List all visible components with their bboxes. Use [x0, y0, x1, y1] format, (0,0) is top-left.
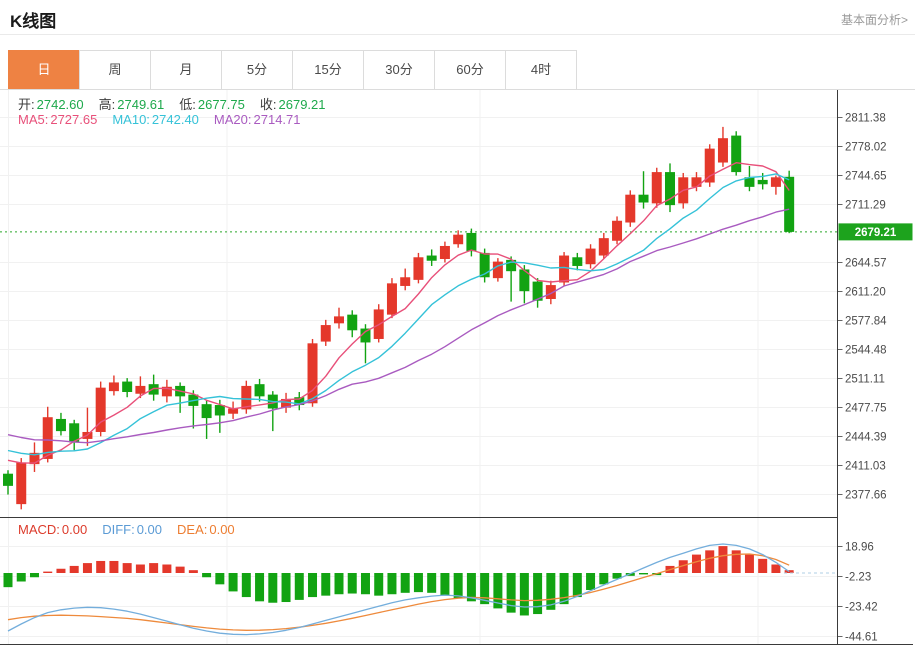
macd-legend-item: DIFF: 0.00: [102, 522, 163, 537]
ma-legend: MA5: 2727.65 MA10: 2742.40 MA20: 2714.71: [18, 112, 316, 127]
ohlc-legend-item: 收: 2679.21: [259, 97, 326, 112]
svg-text:2377.66: 2377.66: [845, 490, 887, 502]
page-title: K线图: [10, 12, 57, 31]
ohlc-legend-item: 开: 2742.60: [18, 97, 84, 112]
svg-text:2778.02: 2778.02: [845, 142, 887, 154]
fundamental-analysis-link[interactable]: 基本面分析>: [841, 11, 908, 28]
tab-30分[interactable]: 30分: [363, 50, 435, 90]
svg-text:2644.57: 2644.57: [845, 258, 887, 270]
svg-text:2511.11: 2511.11: [845, 374, 885, 386]
tab-周[interactable]: 周: [79, 50, 151, 90]
svg-text:2577.84: 2577.84: [845, 316, 887, 328]
macd-legend: MACD: 0.00 DIFF: 0.00 DEA: 0.00: [18, 522, 250, 537]
ma-legend-item: MA20: 2714.71: [213, 112, 301, 127]
ma-legend-item: MA10: 2742.40: [112, 112, 199, 127]
svg-text:2679.21: 2679.21: [855, 227, 897, 239]
svg-text:2444.39: 2444.39: [845, 432, 887, 444]
svg-text:-23.42: -23.42: [845, 602, 878, 614]
ohlc-legend-item: 高: 2749.61: [98, 97, 165, 112]
svg-text:-2.23: -2.23: [845, 572, 871, 584]
tab-4时[interactable]: 4时: [505, 50, 577, 90]
svg-text:2744.65: 2744.65: [845, 171, 887, 183]
ohlc-legend: 开: 2742.60 高: 2749.61 低: 2677.75 收: 2679.21: [18, 94, 341, 113]
macd-legend-item: MACD: 0.00: [18, 522, 88, 537]
macd-legend-item: DEA: 0.00: [177, 522, 235, 537]
header-divider: [0, 34, 915, 35]
kline-chart-svg: 2811.38 2778.02 2744.65 2711.29 2644.57 2611.…: [0, 90, 913, 645]
tab-日[interactable]: 日: [8, 50, 80, 90]
svg-text:2477.75: 2477.75: [845, 403, 887, 415]
svg-text:2411.03: 2411.03: [845, 461, 886, 473]
chart-area[interactable]: 2811.38 2778.02 2744.65 2711.29 2644.57 2611.…: [0, 90, 915, 649]
svg-text:-44.61: -44.61: [845, 632, 878, 644]
tab-15分[interactable]: 15分: [292, 50, 364, 90]
svg-text:2711.29: 2711.29: [845, 200, 886, 212]
tab-月[interactable]: 月: [150, 50, 222, 90]
svg-text:18.96: 18.96: [845, 542, 874, 554]
kline-page: { "header": { "title": "K线图", "link": "基…: [0, 0, 915, 649]
tab-60分[interactable]: 60分: [434, 50, 506, 90]
timeframe-tab-bar: 日周月 5分 15分 30分 60分 4时: [8, 50, 577, 90]
ohlc-legend-item: 低: 2677.75: [179, 97, 245, 112]
tab-5分[interactable]: 5分: [221, 50, 293, 90]
ma-legend-item: MA5: 2727.65: [18, 112, 98, 127]
svg-text:2544.48: 2544.48: [845, 345, 887, 357]
svg-text:2611.20: 2611.20: [845, 287, 886, 299]
svg-text:2811.38: 2811.38: [845, 113, 886, 125]
